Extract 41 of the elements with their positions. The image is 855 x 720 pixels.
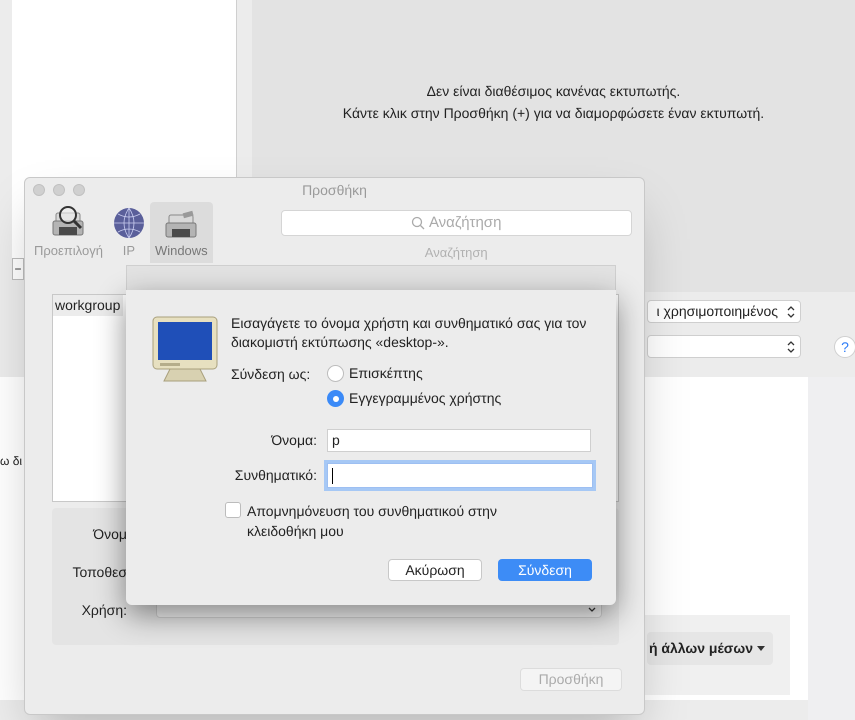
radio-button[interactable] [327, 390, 344, 407]
field-label: Όνομα: [270, 431, 317, 450]
empty-message: Κάντε κλικ στην Προσθήκη (+) για να διαμορφώσετε έναν εκτυπωτή. [342, 104, 764, 123]
remove-button[interactable]: − [12, 258, 24, 280]
window-control[interactable] [73, 184, 85, 196]
radio-label: Εγγεγραμμένος χρήστης [349, 389, 502, 408]
window-title: Προσθήκη [302, 180, 367, 200]
text-field[interactable] [327, 463, 593, 488]
default-printer-popup[interactable]: ι χρησιμοποιημένος [647, 300, 801, 323]
toolbar-tab[interactable]: Windows [150, 202, 213, 263]
radio-button[interactable] [327, 365, 344, 382]
search-icon [410, 216, 425, 230]
menu-button[interactable]: ή άλλων μέσων [647, 632, 773, 665]
connect-as-label: Σύνδεση ως: [231, 365, 310, 384]
checkbox[interactable] [225, 502, 241, 518]
dialog-button[interactable]: Σύνδεση [498, 559, 592, 581]
sheet-message: Εισαγάγετε το όνομα χρήστη και συνθηματικό σας για τον διακομιστή εκτύπωσης «desktop-». [231, 314, 588, 352]
details-label: Χρήση: [82, 601, 127, 620]
field-label: Συνθηματικό: [234, 466, 317, 485]
help-button[interactable]: ? [834, 336, 855, 358]
paper-size-popup[interactable] [647, 335, 801, 358]
toolbar-tab[interactable]: IP [108, 202, 150, 263]
globe-icon [112, 206, 145, 238]
details-label: Τοποθεσ [72, 563, 127, 582]
window-control[interactable] [53, 184, 65, 196]
list-item[interactable]: workgroup [53, 295, 123, 316]
empty-message: Δεν είναι διαθέσιμος κανένας εκτυπωτής. [426, 82, 680, 101]
text-fragment: ω δι [0, 453, 22, 470]
chevrons-icon [786, 304, 796, 318]
dialog-button[interactable]: Ακύρωση [388, 559, 482, 581]
radio-label: Επισκέπτης [349, 364, 423, 383]
details-label: Όνομ [93, 525, 127, 544]
window-control[interactable] [33, 184, 45, 196]
toolbar-tab[interactable]: Προεπιλογή [29, 202, 108, 263]
search-label: Αναζήτηση [424, 244, 488, 262]
printer-magnifier-icon [50, 204, 86, 238]
chevrons-icon [786, 340, 796, 354]
checkbox-label: Απομνημόνευση του συνθηματικού στην κλειδοθήκη μου [247, 502, 497, 541]
search-field[interactable]: Αναζήτηση [280, 210, 632, 236]
caret-icon [757, 646, 765, 652]
text-field[interactable]: p [327, 429, 591, 452]
